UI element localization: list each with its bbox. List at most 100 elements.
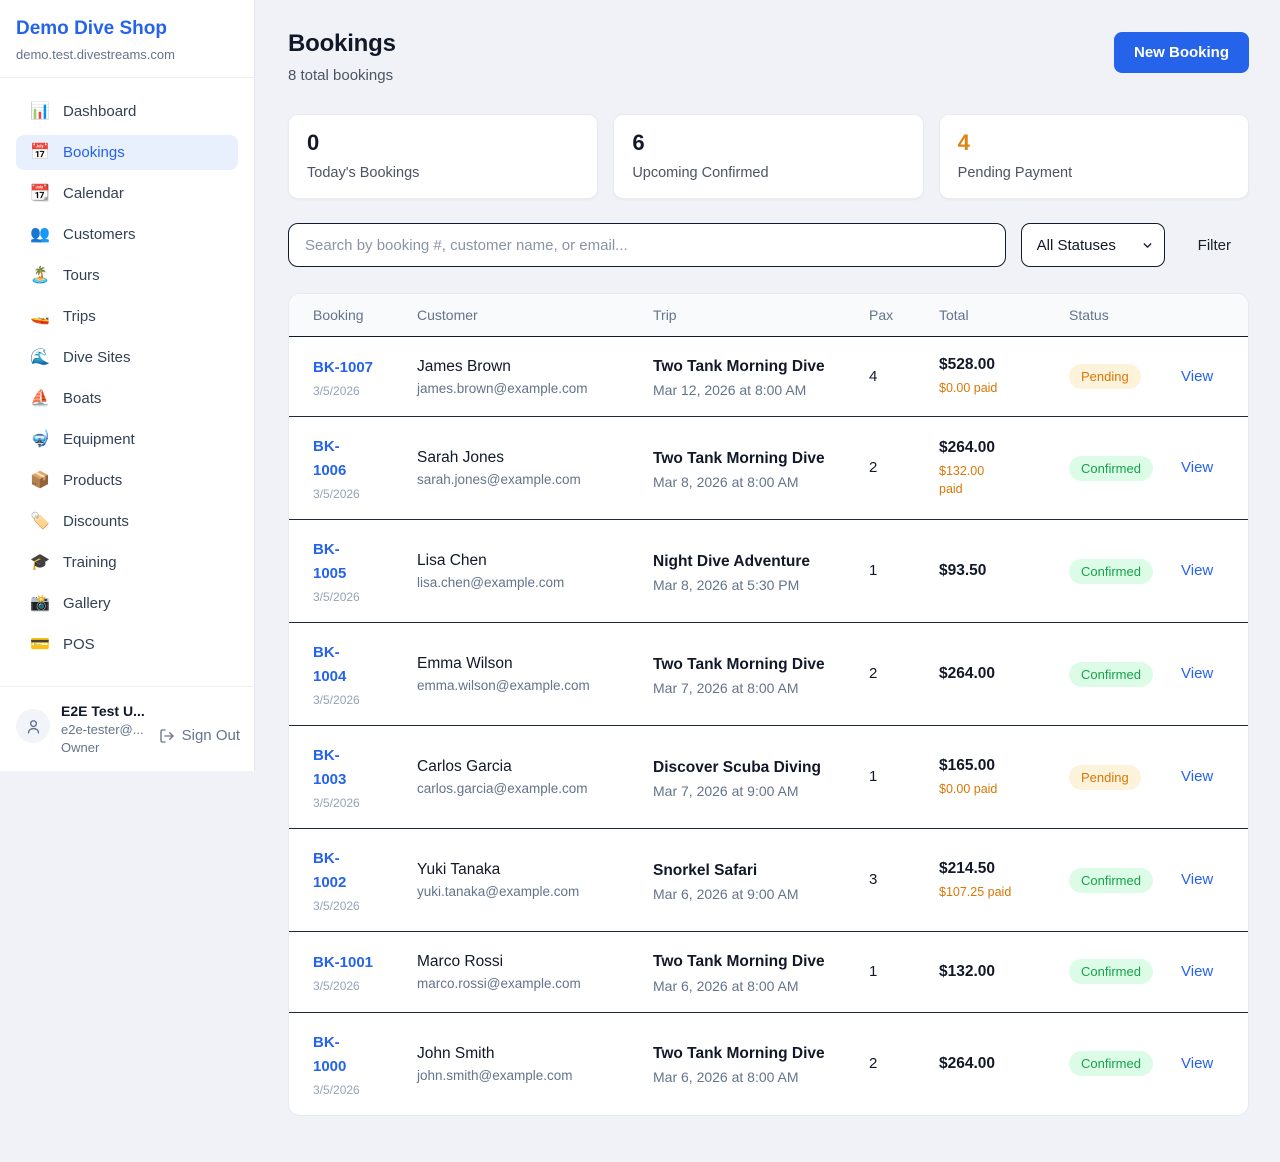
sidebar-item-dashboard[interactable]: 📊 Dashboard: [16, 94, 238, 129]
brand-name: Demo Dive Shop: [16, 18, 238, 40]
user-role: Owner: [61, 740, 145, 755]
booking-id-link[interactable]: BK-1005: [313, 538, 369, 586]
sidebar-item-tours[interactable]: 🏝️ Tours: [16, 258, 238, 293]
booking-id-link[interactable]: BK-1000: [313, 1031, 369, 1079]
sidebar-item-customers[interactable]: 👥 Customers: [16, 217, 238, 252]
col-header-customer: Customer: [405, 294, 641, 337]
booking-id-link[interactable]: BK-1006: [313, 435, 369, 483]
view-link[interactable]: View: [1181, 459, 1213, 476]
customer-name: Yuki Tanaka: [417, 861, 629, 879]
view-link[interactable]: View: [1181, 1055, 1213, 1072]
trip-name: Two Tank Morning Dive: [653, 447, 825, 470]
view-link[interactable]: View: [1181, 562, 1213, 579]
sidebar-item-label: POS: [63, 636, 95, 653]
sidebar-item-label: Boats: [63, 390, 101, 407]
booking-id-link[interactable]: BK-1004: [313, 641, 369, 689]
calendar-icon: 📅: [30, 145, 50, 161]
booking-id-link[interactable]: BK-1001: [313, 951, 373, 975]
filter-button[interactable]: Filter: [1180, 237, 1249, 254]
sidebar-item-label: Customers: [63, 226, 136, 243]
filter-row: All Statuses Filter: [288, 223, 1249, 267]
logout-icon: [159, 728, 175, 744]
sidebar-item-label: Dive Sites: [63, 349, 131, 366]
customer-name: John Smith: [417, 1045, 629, 1063]
app-root: Demo Dive Shop demo.test.divestreams.com…: [0, 0, 1280, 1146]
table-row: BK-1007 3/5/2026 James Brown james.brown…: [289, 337, 1248, 417]
sign-out-button[interactable]: Sign Out: [159, 727, 240, 744]
pax-count: 1: [869, 963, 877, 980]
status-badge: Pending: [1069, 364, 1141, 389]
bar-chart-icon: 📊: [30, 104, 50, 120]
trip-datetime: Mar 12, 2026 at 8:00 AM: [653, 382, 845, 398]
total-amount: $264.00: [939, 439, 1045, 457]
sidebar-item-label: Calendar: [63, 185, 124, 202]
booking-id-link[interactable]: BK-1007: [313, 356, 373, 380]
trip-datetime: Mar 8, 2026 at 8:00 AM: [653, 474, 845, 490]
avatar: [16, 709, 50, 743]
status-badge: Confirmed: [1069, 456, 1153, 481]
sidebar-item-products[interactable]: 📦 Products: [16, 463, 238, 498]
status-badge: Confirmed: [1069, 662, 1153, 687]
paid-amount: $107.25 paid: [939, 883, 1031, 901]
status-badge: Confirmed: [1069, 868, 1153, 893]
trip-datetime: Mar 7, 2026 at 9:00 AM: [653, 783, 845, 799]
user-icon: [25, 718, 42, 735]
sidebar-item-dive-sites[interactable]: 🌊 Dive Sites: [16, 340, 238, 375]
sidebar-item-label: Tours: [63, 267, 100, 284]
page-title: Bookings: [288, 30, 396, 58]
customer-email: lisa.chen@example.com: [417, 575, 629, 590]
pax-count: 4: [869, 368, 877, 385]
view-link[interactable]: View: [1181, 768, 1213, 785]
view-link[interactable]: View: [1181, 871, 1213, 888]
pax-count: 2: [869, 1055, 877, 1072]
sidebar-item-training[interactable]: 🎓 Training: [16, 545, 238, 580]
sidebar-item-label: Discounts: [63, 513, 129, 530]
booking-date: 3/5/2026: [313, 1083, 393, 1097]
col-header-status: Status: [1057, 294, 1169, 337]
table-row: BK-1000 3/5/2026 John Smith john.smith@e…: [289, 1012, 1248, 1115]
table-row: BK-1002 3/5/2026 Yuki Tanaka yuki.tanaka…: [289, 829, 1248, 932]
total-amount: $264.00: [939, 665, 1045, 683]
sailboat-icon: ⛵: [30, 391, 50, 407]
page-header: Bookings 8 total bookings New Booking: [288, 30, 1249, 84]
customer-email: emma.wilson@example.com: [417, 678, 629, 693]
new-booking-button[interactable]: New Booking: [1114, 32, 1249, 73]
view-link[interactable]: View: [1181, 665, 1213, 682]
customer-name: Lisa Chen: [417, 552, 629, 570]
customer-name: Sarah Jones: [417, 449, 629, 467]
paid-amount: $0.00 paid: [939, 780, 1031, 798]
sidebar-item-calendar[interactable]: 📆 Calendar: [16, 176, 238, 211]
stat-card: 4 Pending Payment: [939, 114, 1249, 199]
booking-id-link[interactable]: BK-1003: [313, 744, 369, 792]
trip-name: Two Tank Morning Dive: [653, 950, 825, 973]
sidebar-item-pos[interactable]: 💳 POS: [16, 627, 238, 662]
sidebar-item-label: Training: [63, 554, 117, 571]
sidebar-item-boats[interactable]: ⛵ Boats: [16, 381, 238, 416]
bookings-table-card: Booking Customer Trip Pax Total Status B…: [288, 293, 1249, 1116]
view-link[interactable]: View: [1181, 963, 1213, 980]
table-row: BK-1005 3/5/2026 Lisa Chen lisa.chen@exa…: [289, 520, 1248, 623]
camera-icon: 📸: [30, 596, 50, 612]
booking-date: 3/5/2026: [313, 693, 393, 707]
search-input[interactable]: [288, 223, 1006, 267]
stat-card: 0 Today's Bookings: [288, 114, 598, 199]
sidebar-item-equipment[interactable]: 🤿 Equipment: [16, 422, 238, 457]
sidebar-item-discounts[interactable]: 🏷️ Discounts: [16, 504, 238, 539]
total-amount: $165.00: [939, 757, 1045, 775]
col-header-booking: Booking: [289, 294, 405, 337]
stat-value: 6: [632, 130, 904, 156]
status-badge: Confirmed: [1069, 959, 1153, 984]
package-icon: 📦: [30, 473, 50, 489]
customer-name: James Brown: [417, 358, 629, 376]
booking-date: 3/5/2026: [313, 796, 393, 810]
status-filter-select[interactable]: All Statuses: [1022, 224, 1164, 266]
sidebar-item-trips[interactable]: 🚤 Trips: [16, 299, 238, 334]
sidebar-item-gallery[interactable]: 📸 Gallery: [16, 586, 238, 621]
graduation-cap-icon: 🎓: [30, 555, 50, 571]
tag-icon: 🏷️: [30, 514, 50, 530]
booking-id-link[interactable]: BK-1002: [313, 847, 369, 895]
sidebar-item-bookings[interactable]: 📅 Bookings: [16, 135, 238, 170]
table-row: BK-1003 3/5/2026 Carlos Garcia carlos.ga…: [289, 726, 1248, 829]
view-link[interactable]: View: [1181, 368, 1213, 385]
total-amount: $93.50: [939, 562, 1045, 580]
